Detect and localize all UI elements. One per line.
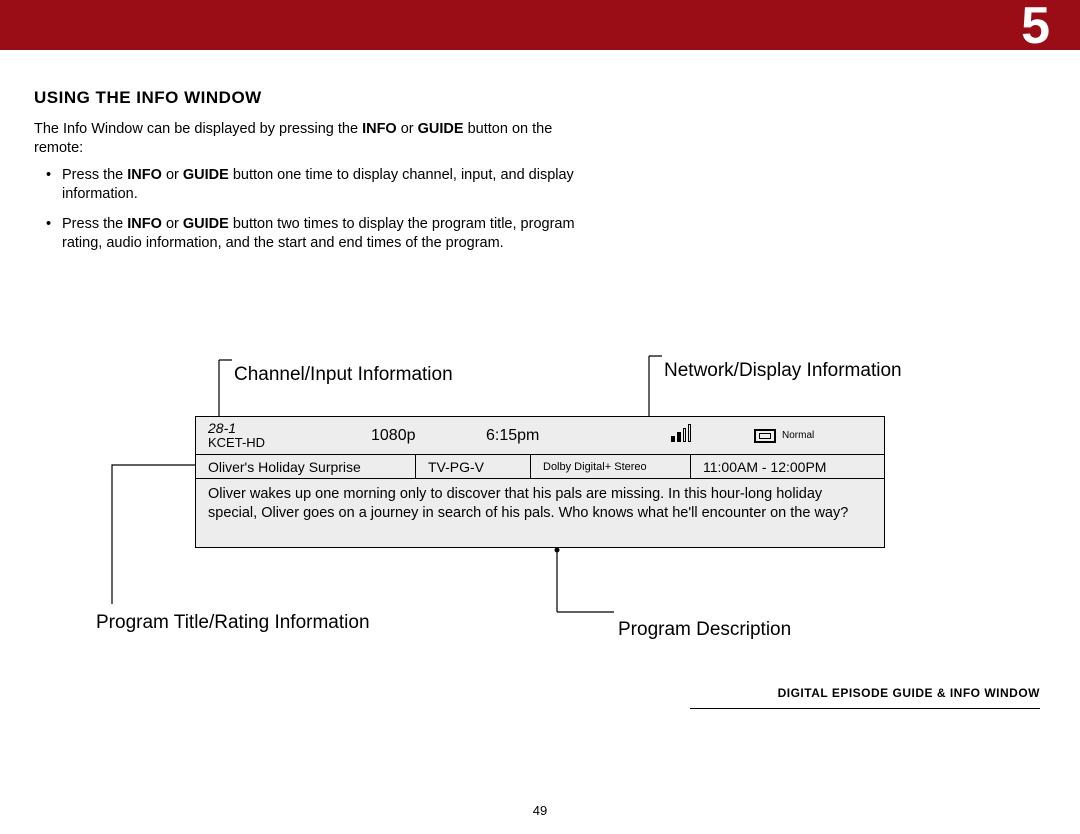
signal-strength-icon xyxy=(616,424,746,448)
footer-rule xyxy=(690,708,1040,709)
callout-network-display: Network/Display Information xyxy=(664,360,902,382)
resolution: 1080p xyxy=(371,427,486,445)
display-mode: Normal xyxy=(746,429,884,443)
page-number: 49 xyxy=(533,803,547,818)
program-description: Oliver wakes up one morning only to disc… xyxy=(196,479,884,547)
channel-name: KCET-HD xyxy=(208,436,371,450)
display-mode-label: Normal xyxy=(782,430,814,441)
callout-program-description: Program Description xyxy=(618,619,791,641)
callout-channel-input: Channel/Input Information xyxy=(234,364,453,386)
chapter-number: 5 xyxy=(1021,0,1050,56)
program-schedule: 11:00AM - 12:00PM xyxy=(691,455,884,478)
channel-number: 28-1 xyxy=(208,421,371,436)
channel-cell: 28-1 KCET-HD xyxy=(196,421,371,449)
info-window-panel: 28-1 KCET-HD 1080p 6:15pm Normal Oliver'… xyxy=(195,416,885,548)
program-rating: TV-PG-V xyxy=(416,455,531,478)
footer-section-title: DIGITAL EPISODE GUIDE & INFO WINDOW xyxy=(778,686,1040,700)
display-mode-icon xyxy=(754,429,776,443)
clock-time: 6:15pm xyxy=(486,427,616,445)
instruction-list: Press the INFO or GUIDE button one time … xyxy=(34,166,584,254)
list-item: Press the INFO or GUIDE button one time … xyxy=(62,166,584,205)
section-heading: USING THE INFO WINDOW xyxy=(34,88,1040,108)
callout-program-title: Program Title/Rating Information xyxy=(96,612,370,634)
info-window-diagram: Channel/Input Information Network/Displa… xyxy=(0,282,1080,662)
audio-info: Dolby Digital+ Stereo xyxy=(531,455,691,478)
program-title: Oliver's Holiday Surprise xyxy=(196,455,416,478)
list-item: Press the INFO or GUIDE button two times… xyxy=(62,215,584,254)
intro-text: The Info Window can be displayed by pres… xyxy=(34,120,594,158)
